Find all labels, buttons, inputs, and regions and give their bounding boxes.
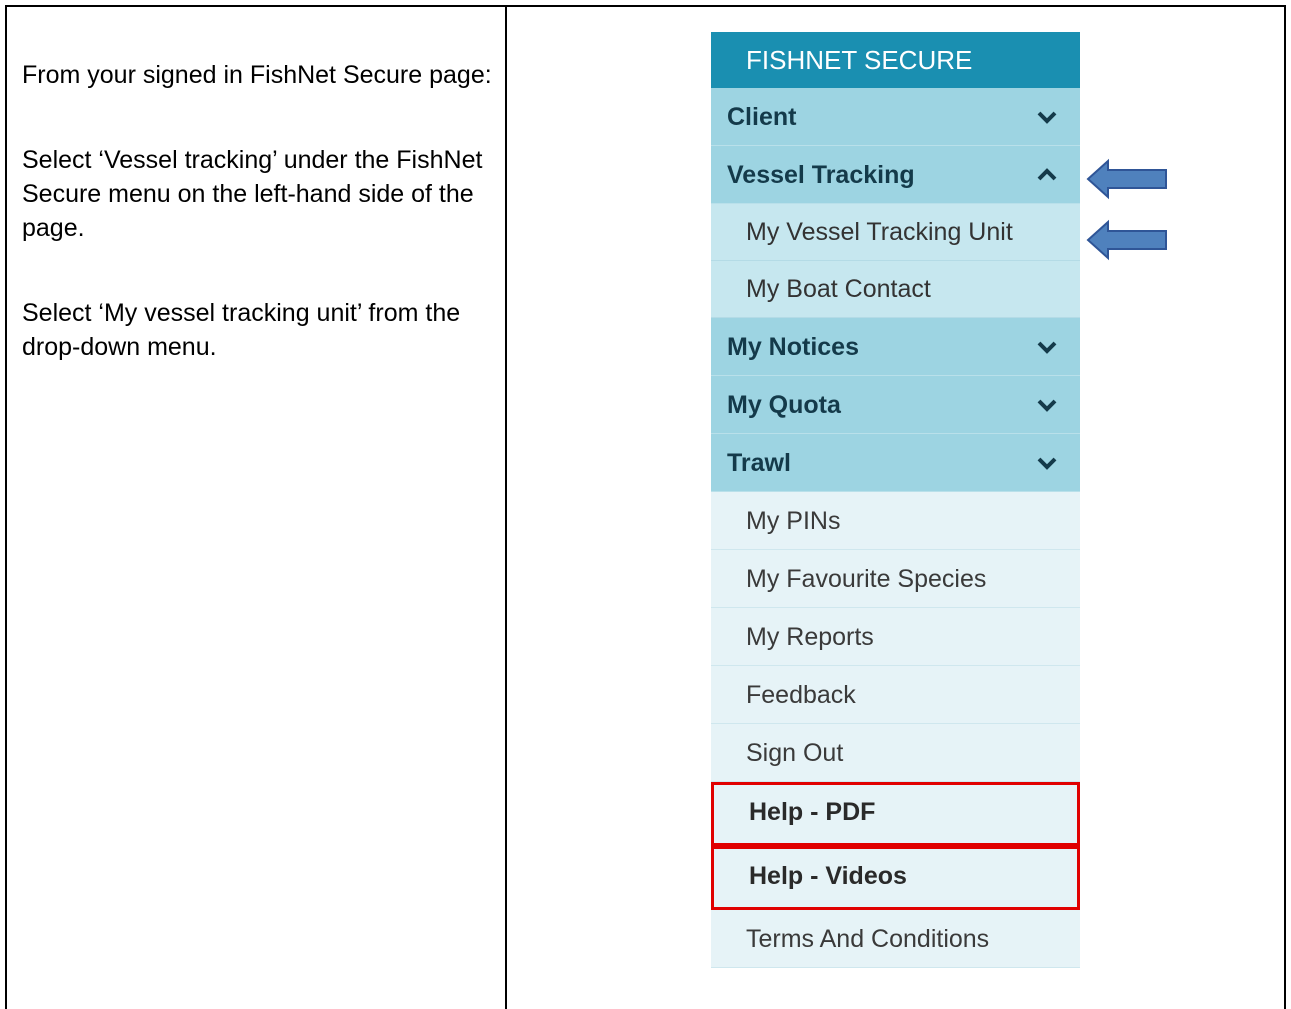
menu-item-my-reports[interactable]: My Reports bbox=[711, 608, 1080, 666]
menu-item-trawl[interactable]: Trawl bbox=[711, 434, 1080, 492]
menu-item-label: Help - PDF bbox=[749, 798, 876, 826]
menu-item-label: My Boat Contact bbox=[746, 275, 931, 303]
menu-item-label: My Reports bbox=[746, 623, 874, 651]
menu-item-label: Client bbox=[727, 103, 797, 131]
menu-item-label: Sign Out bbox=[746, 739, 844, 767]
menu-item-my-favourite-species[interactable]: My Favourite Species bbox=[711, 550, 1080, 608]
column-divider bbox=[505, 5, 507, 1009]
menu-item-label: Feedback bbox=[746, 681, 856, 709]
menu-item-sign-out[interactable]: Sign Out bbox=[711, 724, 1080, 782]
instructions-column: From your signed in FishNet Secure page:… bbox=[22, 58, 492, 415]
menu-item-my-pins[interactable]: My PINs bbox=[711, 492, 1080, 550]
chevron-up-icon bbox=[1036, 146, 1058, 203]
menu-item-label: Terms And Conditions bbox=[746, 925, 990, 953]
instruction-step-3: Select ‘My vessel tracking unit’ from th… bbox=[22, 299, 461, 361]
chevron-down-icon bbox=[1036, 88, 1058, 145]
menu-item-label: My Notices bbox=[727, 333, 859, 361]
menu-item-feedback[interactable]: Feedback bbox=[711, 666, 1080, 724]
instruction-step-2: Select ‘Vessel tracking’ under the FishN… bbox=[22, 146, 483, 242]
menu-item-help-pdf[interactable]: Help - PDF bbox=[711, 782, 1080, 846]
menu-item-my-vessel-tracking-unit[interactable]: My Vessel Tracking Unit bbox=[711, 204, 1080, 261]
menu-item-vessel-tracking[interactable]: Vessel Tracking bbox=[711, 146, 1080, 204]
menu-item-label: My Quota bbox=[727, 391, 841, 419]
instruction-step-1: From your signed in FishNet Secure page: bbox=[22, 61, 492, 89]
menu-item-label: Vessel Tracking bbox=[727, 161, 915, 189]
menu-item-my-quota[interactable]: My Quota bbox=[711, 376, 1080, 434]
fishnet-secure-menu: FISHNET SECURE Client Vessel Tracking My… bbox=[711, 32, 1080, 968]
menu-header: FISHNET SECURE bbox=[711, 32, 1080, 88]
chevron-down-icon bbox=[1036, 376, 1058, 433]
left-arrow-icon bbox=[1086, 158, 1167, 200]
menu-item-label: My Favourite Species bbox=[746, 565, 987, 593]
menu-item-terms-and-conditions[interactable]: Terms And Conditions bbox=[711, 910, 1080, 968]
menu-item-my-notices[interactable]: My Notices bbox=[711, 318, 1080, 376]
menu-item-label: Trawl bbox=[727, 449, 791, 477]
menu-item-help-videos[interactable]: Help - Videos bbox=[711, 846, 1080, 910]
left-arrow-icon bbox=[1086, 219, 1167, 261]
menu-item-label: My Vessel Tracking Unit bbox=[746, 218, 1013, 246]
menu-item-label: Help - Videos bbox=[749, 862, 907, 890]
menu-item-my-boat-contact[interactable]: My Boat Contact bbox=[711, 261, 1080, 318]
menu-item-client[interactable]: Client bbox=[711, 88, 1080, 146]
chevron-down-icon bbox=[1036, 434, 1058, 491]
menu-item-label: My PINs bbox=[746, 507, 841, 535]
chevron-down-icon bbox=[1036, 318, 1058, 375]
